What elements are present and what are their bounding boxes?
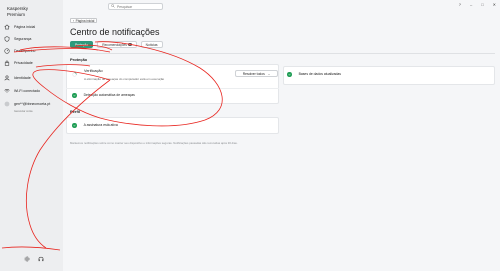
app-brand: Kaspersky Premium xyxy=(7,6,28,18)
maximize-button[interactable]: □ xyxy=(481,2,483,7)
sidebar-item-wifi[interactable]: Wi-Fi conectado xyxy=(4,86,60,95)
help-button[interactable]: ? xyxy=(459,2,461,7)
gauge-icon xyxy=(4,47,10,54)
section-title-profile: Perfil xyxy=(70,109,81,114)
ok-item-label: Detecção automática de ameaças xyxy=(83,93,135,98)
back-label: Página inicial xyxy=(75,18,95,23)
subscription-notification: A assinatura está ativa xyxy=(72,123,118,128)
check-circle-icon xyxy=(72,93,77,98)
pending-title: Verificação xyxy=(84,69,103,73)
sidebar-item-label: gen**@bbnecmoeta.pt xyxy=(14,101,51,106)
sidebar-item-security[interactable]: Segurança xyxy=(4,34,60,43)
pending-notification: Verificação A eliminação de ameaças do c… xyxy=(72,69,164,81)
divider xyxy=(70,53,495,54)
user-icon xyxy=(4,101,10,107)
search-input[interactable] xyxy=(117,4,161,9)
check-circle-icon xyxy=(72,123,77,128)
tab-label: Proteção xyxy=(75,42,89,47)
info-icon: i xyxy=(128,42,132,47)
person-icon xyxy=(4,74,10,81)
section-title-protection: Proteção xyxy=(70,57,88,62)
headset-icon[interactable] xyxy=(38,256,44,263)
back-button[interactable]: ‹ Página inicial xyxy=(70,18,98,23)
lock-icon xyxy=(4,60,10,66)
card-divider xyxy=(66,88,279,89)
chevron-down-icon: ⌄ xyxy=(267,71,271,76)
sidebar-item-label: Privacidade xyxy=(14,60,33,65)
sidebar-item-account[interactable]: gen**@bbnecmoeta.pt xyxy=(4,99,60,108)
page-title: Centro de notificações xyxy=(70,27,160,37)
sidebar-bottom-actions xyxy=(24,256,44,263)
close-button[interactable]: ✕ xyxy=(493,2,496,7)
sidebar-item-label: Segurança xyxy=(14,36,32,41)
wifi-icon xyxy=(4,88,10,94)
check-circle-icon xyxy=(287,72,292,77)
minimize-button[interactable]: – xyxy=(470,2,472,7)
sidebar-item-performance[interactable]: Desempenho xyxy=(4,46,60,55)
sidebar-item-identity[interactable]: Identidade xyxy=(4,73,60,82)
tab-recommendations[interactable]: Recomendações i xyxy=(97,41,137,48)
database-label: Bases de dados atualizadas xyxy=(298,72,342,77)
tab-bar: Proteção Recomendações i Notícias xyxy=(70,41,163,48)
footnote: Mantemos notificações sobre como manter … xyxy=(70,141,238,145)
sidebar-item-label: Desempenho xyxy=(14,48,36,53)
tab-label: Notícias xyxy=(145,42,158,47)
search-box[interactable] xyxy=(108,3,163,10)
pending-subtitle: A eliminação de ameaças do computador es… xyxy=(84,77,165,81)
shield-icon xyxy=(4,35,10,42)
tab-label: Recomendações xyxy=(102,42,127,47)
sidebar-item-label: Página inicial xyxy=(14,24,36,29)
window-controls: ? – □ ✕ xyxy=(459,2,496,7)
gear-icon[interactable] xyxy=(24,256,30,263)
sidebar-item-home[interactable]: Página inicial xyxy=(4,22,60,31)
tab-protection[interactable]: Proteção xyxy=(70,41,94,48)
ok-notification: Detecção automática de ameaças xyxy=(72,93,135,98)
resolve-all-label: Resolver todos xyxy=(242,71,265,76)
sidebar-item-label: Identidade xyxy=(14,75,31,80)
sidebar-item-label: Wi-Fi conectado xyxy=(14,88,40,93)
spinner-icon xyxy=(72,72,77,78)
home-icon xyxy=(4,24,10,30)
database-notification: Bases de dados atualizadas xyxy=(287,72,341,77)
subscription-label: A assinatura está ativa xyxy=(83,123,118,128)
sidebar-item-privacy[interactable]: Privacidade xyxy=(4,58,60,67)
tab-news[interactable]: Notícias xyxy=(140,41,163,48)
account-subtitle[interactable]: Gerenciar conta xyxy=(14,110,32,113)
brand-edition: Premium xyxy=(7,12,26,17)
search-icon xyxy=(111,4,115,9)
chevron-left-icon: ‹ xyxy=(73,18,75,23)
sidebar: Kaspersky Premium Página inicial Seguran… xyxy=(0,0,63,271)
resolve-all-button[interactable]: Resolver todos ⌄ xyxy=(235,70,278,77)
